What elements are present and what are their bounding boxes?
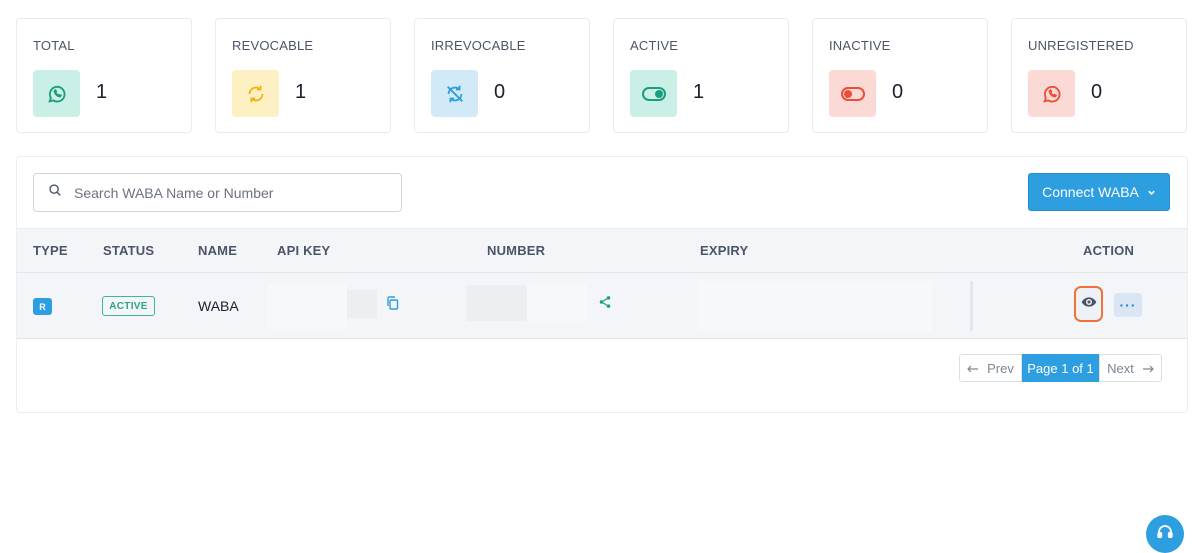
column-header-api-key[interactable]: API KEY: [277, 243, 330, 258]
api-key-redacted: [347, 290, 377, 318]
stat-card-revocable: REVOCABLE 1: [215, 18, 391, 133]
whatsapp-icon: [33, 70, 80, 117]
column-header-number[interactable]: NUMBER: [487, 243, 545, 258]
table-row: R ACTIVE WABA ···: [17, 272, 1187, 339]
stat-label: REVOCABLE: [232, 38, 314, 53]
stat-label: IRREVOCABLE: [431, 38, 526, 53]
stat-card-inactive: INACTIVE 0: [812, 18, 988, 133]
sync-disabled-icon: [431, 70, 478, 117]
headset-icon: [1156, 523, 1174, 546]
status-badge: ACTIVE: [102, 296, 155, 316]
prev-label: Prev: [987, 360, 1014, 376]
waba-panel: Connect WABA TYPE STATUS NAME API KEY NU…: [16, 156, 1188, 413]
stat-value: 1: [295, 81, 307, 103]
number-redacted: [497, 285, 527, 321]
copy-icon[interactable]: [386, 296, 399, 315]
column-header-type[interactable]: TYPE: [33, 243, 68, 258]
view-button[interactable]: [1074, 286, 1103, 322]
next-label: Next: [1107, 360, 1134, 376]
pagination: Prev Page 1 of 1 Next: [959, 354, 1162, 382]
arrow-left-icon: [967, 361, 979, 376]
connect-waba-label: Connect WABA: [1042, 184, 1139, 200]
api-key-redacted: [317, 285, 347, 329]
expiry-redacted: [970, 281, 973, 331]
search-box[interactable]: [33, 173, 402, 212]
api-key-redacted: [267, 285, 317, 329]
sync-icon: [232, 70, 279, 117]
type-badge: R: [33, 298, 52, 315]
more-icon: ···: [1119, 297, 1137, 313]
prev-page-button[interactable]: Prev: [959, 354, 1022, 382]
column-header-name[interactable]: NAME: [198, 243, 237, 258]
support-chat-button[interactable]: [1146, 515, 1184, 553]
stat-value: 0: [494, 81, 506, 103]
column-header-status[interactable]: STATUS: [103, 243, 154, 258]
waba-name: WABA: [198, 298, 239, 314]
toggle-off-icon: [829, 70, 876, 117]
stats-row: TOTAL 1 REVOCABLE 1 IRREVOCABLE 0 ACTIVE…: [16, 18, 1187, 133]
stat-label: ACTIVE: [630, 38, 679, 53]
stat-card-unregistered: UNREGISTERED 0: [1011, 18, 1187, 133]
table-header: TYPE STATUS NAME API KEY NUMBER EXPIRY A…: [17, 228, 1187, 272]
stat-label: TOTAL: [33, 38, 75, 53]
arrow-right-icon: [1142, 361, 1154, 376]
whatsapp-icon: [1028, 70, 1075, 117]
stat-card-active: ACTIVE 1: [613, 18, 789, 133]
column-header-expiry[interactable]: EXPIRY: [700, 243, 748, 258]
share-icon[interactable]: [598, 295, 612, 314]
next-page-button[interactable]: Next: [1099, 354, 1162, 382]
stat-value: 1: [693, 81, 705, 103]
number-redacted: [467, 285, 497, 321]
column-header-action: ACTION: [1083, 243, 1135, 258]
stat-value: 0: [892, 81, 904, 103]
search-input[interactable]: [74, 184, 374, 201]
eye-icon: [1081, 295, 1097, 313]
search-icon: [48, 183, 62, 202]
stat-card-total: TOTAL 1: [16, 18, 192, 133]
toggle-on-icon: [630, 70, 677, 117]
stat-value: 0: [1091, 81, 1103, 103]
more-actions-button[interactable]: ···: [1114, 293, 1142, 317]
stat-value: 1: [96, 81, 108, 103]
chevron-down-icon: [1147, 184, 1156, 200]
expiry-redacted: [892, 281, 932, 331]
expiry-redacted: [697, 281, 892, 331]
stat-label: UNREGISTERED: [1028, 38, 1134, 53]
stat-label: INACTIVE: [829, 38, 891, 53]
connect-waba-button[interactable]: Connect WABA: [1028, 173, 1170, 211]
current-page-indicator: Page 1 of 1: [1022, 354, 1099, 382]
stat-card-irrevocable: IRREVOCABLE 0: [414, 18, 590, 133]
number-redacted: [527, 285, 587, 321]
